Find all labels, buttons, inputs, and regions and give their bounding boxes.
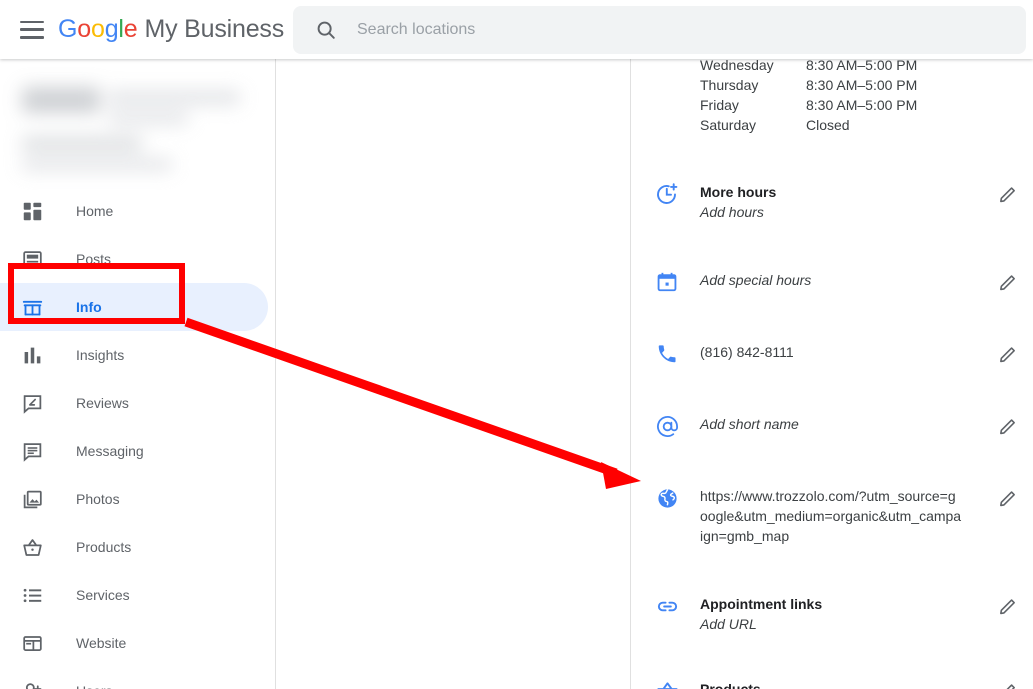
- search-bar[interactable]: [293, 6, 1026, 54]
- info-row-body: Products: [700, 679, 996, 689]
- more-hours-clock-plus-icon: [655, 182, 679, 206]
- hours-time: 8:30 AM–5:00 PM: [806, 59, 917, 73]
- sidebar-item-users[interactable]: Users: [0, 667, 275, 689]
- sidebar-item-label: Posts: [76, 251, 111, 267]
- pencil-edit-icon[interactable]: [996, 486, 1020, 510]
- sidebar-item-label: Photos: [76, 491, 120, 507]
- info-details-panel: Wednesday 8:30 AM–5:00 PM Thursday 8:30 …: [631, 59, 1033, 689]
- info-row-placeholder: Add special hours: [700, 270, 986, 290]
- info-row-body: Add special hours: [700, 270, 996, 290]
- review-icon: [20, 391, 44, 415]
- sidebar-item-services[interactable]: Services: [0, 571, 275, 619]
- pencil-edit-icon[interactable]: [996, 679, 1020, 689]
- app-root: Google My Business Home: [0, 0, 1033, 689]
- hours-row: Thursday 8:30 AM–5:00 PM: [700, 75, 917, 95]
- products-icon: [655, 679, 679, 689]
- message-icon: [20, 439, 44, 463]
- info-row-body: (816) 842-8111: [700, 342, 996, 362]
- sidebar-item-website[interactable]: Website: [0, 619, 275, 667]
- hours-row: Friday 8:30 AM–5:00 PM: [700, 95, 917, 115]
- hours-time: Closed: [806, 117, 850, 133]
- sidebar-item-insights[interactable]: Insights: [0, 331, 275, 379]
- hours-time: 8:30 AM–5:00 PM: [806, 97, 917, 113]
- sidebar-item-photos[interactable]: Photos: [0, 475, 275, 523]
- info-row-placeholder: Add short name: [700, 414, 986, 434]
- phone-icon: [655, 342, 679, 366]
- info-row-body: Appointment links Add URL: [700, 594, 996, 634]
- info-row-phone[interactable]: (816) 842-8111: [631, 342, 1033, 366]
- sidebar-item-label: Info: [76, 299, 102, 315]
- info-row-appointment-links[interactable]: Appointment links Add URL: [631, 594, 1033, 634]
- photo-icon: [20, 487, 44, 511]
- sidebar-item-reviews[interactable]: Reviews: [0, 379, 275, 427]
- info-row-special-hours[interactable]: Add special hours: [631, 270, 1033, 294]
- sidebar-nav: Home Posts Inf: [0, 59, 276, 689]
- sidebar-item-info[interactable]: Info: [0, 283, 275, 331]
- info-row-body: More hours Add hours: [700, 182, 996, 222]
- business-info-block-redacted: [12, 71, 263, 181]
- sidebar-item-label: Home: [76, 203, 113, 219]
- google-wordmark: Google: [58, 15, 137, 44]
- website-icon: [20, 631, 44, 655]
- info-row-products[interactable]: Products: [631, 679, 1033, 689]
- info-row-value: https://www.trozzolo.com/?utm_source=goo…: [700, 486, 962, 546]
- list-icon: [20, 583, 44, 607]
- hamburger-menu-icon[interactable]: [20, 21, 44, 39]
- info-row-value: (816) 842-8111: [700, 342, 986, 362]
- hours-day: Thursday: [700, 77, 806, 93]
- bar-chart-icon: [20, 343, 44, 367]
- pencil-edit-icon[interactable]: [996, 594, 1020, 618]
- storefront-icon: [20, 295, 44, 319]
- dashboard-icon: [20, 199, 44, 223]
- sidebar-item-label: Website: [76, 635, 126, 651]
- info-row-short-name[interactable]: Add short name: [631, 414, 1033, 438]
- info-row-website-url[interactable]: https://www.trozzolo.com/?utm_source=goo…: [631, 486, 1033, 546]
- search-input[interactable]: [357, 21, 997, 39]
- sidebar-item-label: Insights: [76, 347, 124, 363]
- info-row-title: More hours: [700, 182, 986, 202]
- search-icon: [315, 19, 337, 41]
- pencil-edit-icon[interactable]: [996, 342, 1020, 366]
- globe-website-icon: [655, 486, 679, 510]
- sidebar-item-label: Products: [76, 539, 131, 555]
- sidebar-item-posts[interactable]: Posts: [0, 235, 275, 283]
- info-row-body: https://www.trozzolo.com/?utm_source=goo…: [700, 486, 996, 546]
- info-row-body: Add short name: [700, 414, 996, 434]
- link-appointment-icon: [655, 594, 679, 618]
- sidebar-item-label: Reviews: [76, 395, 129, 411]
- at-sign-short-name-icon: [655, 414, 679, 438]
- hours-day: Friday: [700, 97, 806, 113]
- pencil-edit-icon[interactable]: [996, 414, 1020, 438]
- brand-logo[interactable]: Google My Business: [58, 15, 284, 44]
- pencil-edit-icon[interactable]: [996, 182, 1020, 206]
- sidebar-item-label: Messaging: [76, 443, 144, 459]
- sidebar-item-home[interactable]: Home: [0, 187, 275, 235]
- sidebar-item-messaging[interactable]: Messaging: [0, 427, 275, 475]
- info-row-more-hours[interactable]: More hours Add hours: [631, 182, 1033, 222]
- hours-time: 8:30 AM–5:00 PM: [806, 77, 917, 93]
- business-hours-table: Wednesday 8:30 AM–5:00 PM Thursday 8:30 …: [700, 59, 917, 135]
- info-row-placeholder: Add hours: [700, 202, 986, 222]
- hours-row: Saturday Closed: [700, 115, 917, 135]
- info-row-title: Appointment links: [700, 594, 986, 614]
- sidebar-item-label: Services: [76, 587, 130, 603]
- product-name: My Business: [144, 15, 284, 44]
- info-row-title: Products: [700, 679, 986, 689]
- basket-icon: [20, 535, 44, 559]
- info-row-placeholder: Add URL: [700, 614, 986, 634]
- calendar-special-hours-icon: [655, 270, 679, 294]
- hours-row: Wednesday 8:30 AM–5:00 PM: [700, 59, 917, 75]
- pencil-edit-icon[interactable]: [996, 270, 1020, 294]
- app-header: Google My Business: [0, 0, 1033, 59]
- hours-day: Wednesday: [700, 59, 806, 73]
- hours-day: Saturday: [700, 117, 806, 133]
- post-icon: [20, 247, 44, 271]
- sidebar-item-products[interactable]: Products: [0, 523, 275, 571]
- sidebar-item-label: Users: [76, 683, 113, 689]
- person-add-icon: [20, 679, 44, 689]
